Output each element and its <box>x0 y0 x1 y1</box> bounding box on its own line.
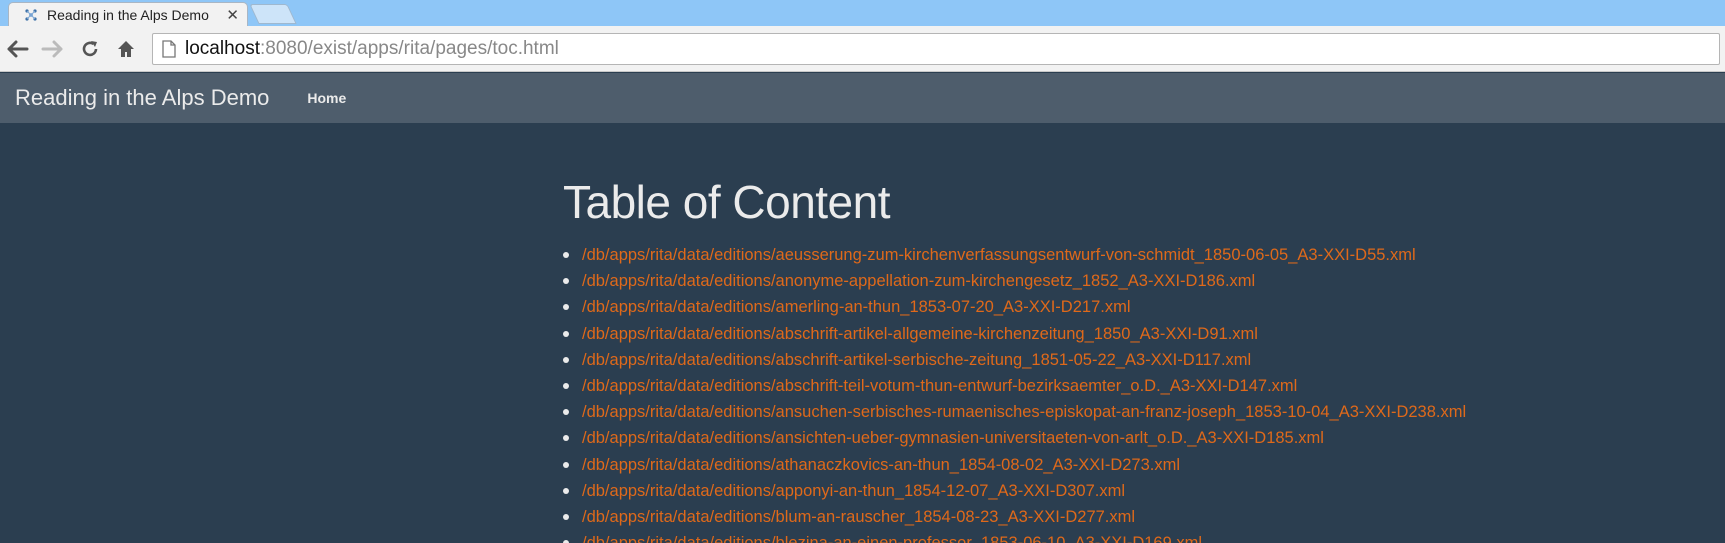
list-item: /db/apps/rita/data/editions/anonyme-appe… <box>563 268 1713 294</box>
toc-link[interactable]: /db/apps/rita/data/editions/apponyi-an-t… <box>582 482 1125 500</box>
browser-tab[interactable]: Reading in the Alps Demo ✕ <box>8 2 248 26</box>
list-item: /db/apps/rita/data/editions/aeusserung-z… <box>563 242 1713 268</box>
address-bar[interactable]: localhost:8080/exist/apps/rita/pages/toc… <box>152 33 1720 65</box>
tab-title: Reading in the Alps Demo <box>47 6 209 23</box>
page-icon <box>161 40 177 58</box>
new-tab-button[interactable] <box>249 4 297 24</box>
url-host: localhost <box>185 38 260 59</box>
list-item: /db/apps/rita/data/editions/apponyi-an-t… <box>563 478 1713 504</box>
url-text: localhost:8080/exist/apps/rita/pages/toc… <box>185 38 559 60</box>
tab-close-icon[interactable]: ✕ <box>226 6 239 24</box>
toc-link[interactable]: /db/apps/rita/data/editions/abschrift-te… <box>582 377 1297 395</box>
toc-link[interactable]: /db/apps/rita/data/editions/athanaczkovi… <box>582 456 1180 474</box>
exist-db-favicon-icon <box>23 7 39 23</box>
url-path: :8080/exist/apps/rita/pages/toc.html <box>260 38 559 59</box>
toc-link[interactable]: /db/apps/rita/data/editions/ansichten-ue… <box>582 429 1324 447</box>
toc-link[interactable]: /db/apps/rita/data/editions/abschrift-ar… <box>582 325 1258 343</box>
toc-list: /db/apps/rita/data/editions/aeusserung-z… <box>563 242 1713 543</box>
toc-link[interactable]: /db/apps/rita/data/editions/anonyme-appe… <box>582 272 1255 290</box>
site-navbar: Reading in the Alps Demo Home <box>0 73 1725 123</box>
home-icon[interactable] <box>112 35 140 63</box>
list-item: /db/apps/rita/data/editions/abschrift-te… <box>563 373 1713 399</box>
reload-icon[interactable] <box>76 35 104 63</box>
toc-link[interactable]: /db/apps/rita/data/editions/blezina-an-e… <box>582 534 1202 543</box>
list-item: /db/apps/rita/data/editions/ansichten-ue… <box>563 425 1713 451</box>
site-brand[interactable]: Reading in the Alps Demo <box>15 85 269 111</box>
toc-link[interactable]: /db/apps/rita/data/editions/aeusserung-z… <box>582 246 1416 264</box>
back-arrow-icon[interactable] <box>4 35 32 63</box>
toc-link[interactable]: /db/apps/rita/data/editions/blum-an-raus… <box>582 508 1135 526</box>
list-item: /db/apps/rita/data/editions/ansuchen-ser… <box>563 399 1713 425</box>
forward-arrow-icon[interactable] <box>38 35 66 63</box>
browser-tabstrip: Reading in the Alps Demo ✕ <box>0 0 1725 26</box>
page-title: Table of Content <box>563 176 891 228</box>
list-item: /db/apps/rita/data/editions/abschrift-ar… <box>563 347 1713 373</box>
nav-home-link[interactable]: Home <box>307 90 346 106</box>
list-item: /db/apps/rita/data/editions/athanaczkovi… <box>563 452 1713 478</box>
main-content: Table of Content /db/apps/rita/data/edit… <box>563 172 1713 543</box>
list-item: /db/apps/rita/data/editions/blezina-an-e… <box>563 530 1713 543</box>
list-item: /db/apps/rita/data/editions/blum-an-raus… <box>563 504 1713 530</box>
list-item: /db/apps/rita/data/editions/abschrift-ar… <box>563 321 1713 347</box>
toc-link[interactable]: /db/apps/rita/data/editions/ansuchen-ser… <box>582 403 1466 421</box>
list-item: /db/apps/rita/data/editions/amerling-an-… <box>563 294 1713 320</box>
toc-link[interactable]: /db/apps/rita/data/editions/amerling-an-… <box>582 298 1131 316</box>
browser-toolbar: localhost:8080/exist/apps/rita/pages/toc… <box>0 26 1725 72</box>
toc-link[interactable]: /db/apps/rita/data/editions/abschrift-ar… <box>582 351 1251 369</box>
